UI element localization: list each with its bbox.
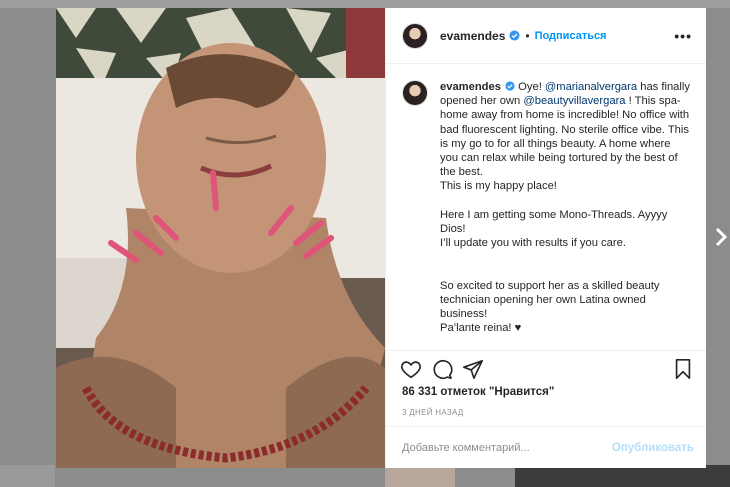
header-username[interactable]: evamendes	[440, 29, 505, 43]
caption-text: Oye!	[518, 81, 545, 93]
share-icon[interactable]	[462, 358, 484, 380]
post-modal: evamendes • Подписаться ••• evamendes Oy…	[56, 8, 706, 468]
mention-link[interactable]: @marianalvergara	[545, 81, 637, 93]
action-bar	[386, 350, 706, 386]
verified-badge-icon	[505, 81, 515, 91]
post-sidebar: evamendes • Подписаться ••• evamendes Oy…	[385, 8, 706, 468]
post-photo[interactable]	[56, 8, 385, 468]
post-caption: evamendes Oye! @marianalvergara has fina…	[440, 80, 690, 350]
post-image	[56, 8, 385, 468]
avatar[interactable]	[402, 22, 428, 49]
chevron-right-icon[interactable]	[714, 226, 728, 248]
comment-icon[interactable]	[431, 358, 453, 380]
caption-area: evamendes Oye! @marianalvergara has fina…	[386, 64, 706, 350]
post-timestamp[interactable]: 3 ДНЕЙ НАЗАД	[386, 404, 706, 426]
more-options-icon[interactable]: •••	[674, 28, 692, 44]
caption-username[interactable]: evamendes	[440, 81, 501, 93]
follow-button[interactable]: Подписаться	[535, 30, 607, 42]
background-thumbnail	[515, 465, 730, 487]
background-thumbnail	[385, 465, 455, 487]
page-top-strip	[0, 0, 730, 8]
heart-icon[interactable]	[400, 358, 422, 380]
likes-count[interactable]: 86 331 отметок "Нравится"	[386, 386, 706, 404]
add-comment-bar: Опубликовать	[386, 426, 706, 468]
background-thumbnail	[0, 465, 55, 487]
caption-text: ! This spa-home away from home is incred…	[440, 95, 690, 335]
post-header: evamendes • Подписаться •••	[386, 8, 706, 64]
separator-dot: •	[525, 28, 530, 43]
comment-input[interactable]	[402, 441, 612, 454]
bookmark-icon[interactable]	[672, 358, 694, 380]
verified-badge-icon	[509, 30, 520, 41]
mention-link[interactable]: @beautyvillavergara	[523, 95, 625, 107]
publish-button[interactable]: Опубликовать	[612, 442, 694, 454]
avatar[interactable]	[402, 80, 428, 106]
